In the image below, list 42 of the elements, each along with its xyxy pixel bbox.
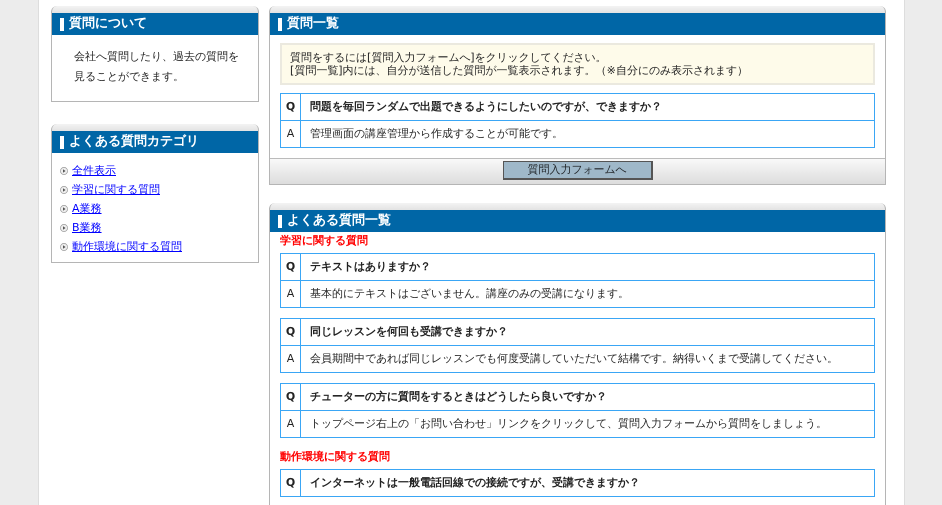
- category-link[interactable]: A業務: [72, 199, 102, 218]
- panel-title: 質問一覧: [287, 15, 339, 33]
- about-text: 会社へ質問したり、過去の質問を見ることができます。: [73, 49, 240, 85]
- q-mark: Q: [281, 470, 301, 496]
- header-bar-icon: [278, 214, 282, 228]
- answer-text: 会員期間中であれば同じレッスンでも何度受講していただいて結構です。納得いくまで受講してください。: [309, 351, 839, 367]
- arrow-bullet-icon: [60, 204, 68, 212]
- a-mark: A: [281, 281, 301, 307]
- panel-title: よくある質問一覧: [287, 212, 391, 230]
- header-bar-icon: [60, 18, 64, 30]
- a-mark: A: [281, 346, 301, 372]
- a-mark: A: [281, 121, 301, 147]
- question-text: 同じレッスンを何回も受講できますか？: [309, 324, 509, 340]
- arrow-bullet-icon: [60, 166, 68, 174]
- question-text: インターネットは一般電話回線での接続ですが、受講できますか？: [309, 475, 641, 491]
- q-mark: Q: [281, 94, 301, 120]
- arrow-bullet-icon: [60, 224, 68, 232]
- form-button[interactable]: 質問入力フォームへ: [502, 161, 652, 180]
- category-link[interactable]: 全件表示: [72, 161, 116, 180]
- q-mark: Q: [281, 319, 301, 345]
- arrow-bullet-icon: [60, 242, 68, 250]
- arrow-bullet-icon: [60, 186, 68, 194]
- a-mark: A: [281, 411, 301, 437]
- answer-text: 管理画面の講座管理から作成することが可能です。: [309, 126, 564, 142]
- notice-text: [質問一覧]内には、自分が送信した質問が一覧表示されます。（※自分にのみ表示されます）: [290, 64, 749, 77]
- group-heading: 学習に関する質問: [279, 233, 369, 249]
- group-heading: 動作環境に関する質問: [279, 449, 391, 465]
- category-link[interactable]: 動作環境に関する質問: [72, 237, 182, 256]
- question-text: チューターの方に質問をするときはどうしたら良いですか？: [309, 389, 608, 405]
- panel-title: よくある質問カテゴリ: [69, 133, 199, 151]
- answer-text: トップページ右上の「お問い合わせ」リンクをクリックして、質問入力フォームから質問をしましょう。: [309, 416, 828, 432]
- question-text: 問題を毎回ランダムで出題できるようにしたいのですが、できますか？: [309, 99, 663, 115]
- notice-text: 質問をするには[質問入力フォームへ]をクリックしてください。: [290, 51, 608, 64]
- question-text: テキストはありますか？: [309, 259, 432, 275]
- q-mark: Q: [281, 384, 301, 410]
- panel-title: 質問について: [69, 15, 147, 33]
- category-link[interactable]: 学習に関する質問: [72, 180, 160, 199]
- q-mark: Q: [281, 254, 301, 280]
- header-bar-icon: [60, 136, 64, 148]
- category-link[interactable]: B業務: [72, 218, 102, 237]
- answer-text: 基本的にテキストはございません。講座のみの受講になります。: [309, 286, 630, 302]
- header-bar-icon: [278, 18, 282, 30]
